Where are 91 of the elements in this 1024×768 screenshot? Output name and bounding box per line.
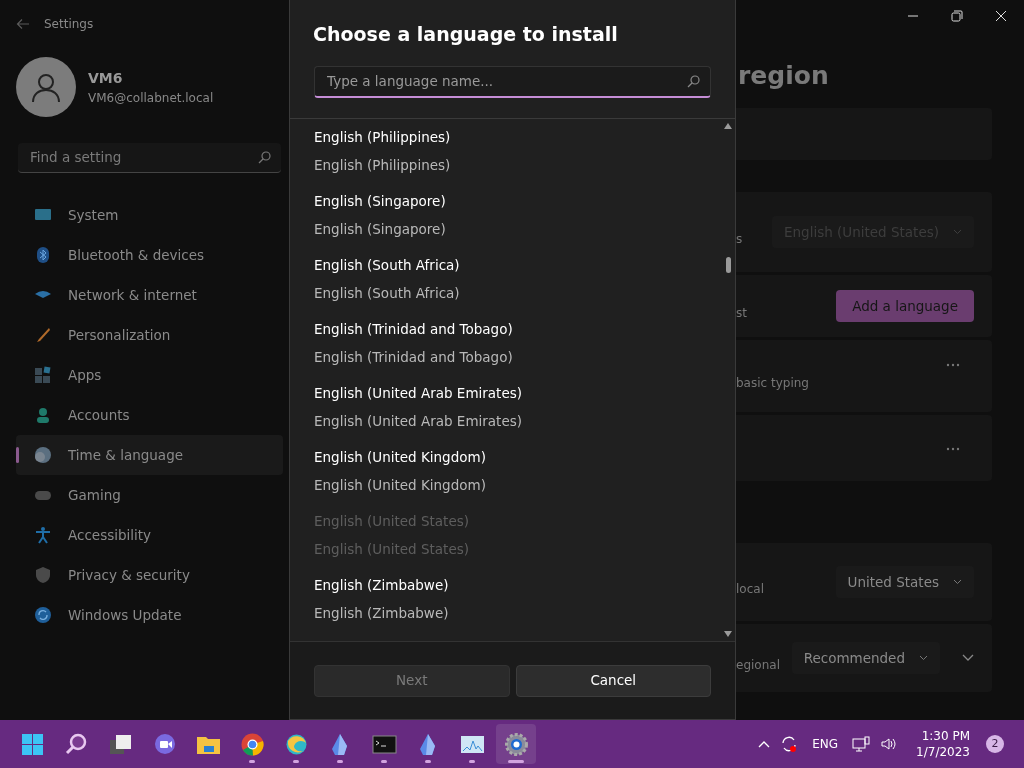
search-box[interactable]: Find a setting [18,143,281,173]
window-title: Settings [44,16,94,33]
nav-label: Personalization [68,325,171,345]
language-search-box[interactable]: Type a language name... [314,66,711,98]
nav-label: Bluetooth & devices [68,245,205,265]
dropdown[interactable]: Recommended [791,641,940,675]
setting-label: local [736,581,764,598]
start-icon[interactable] [19,731,45,757]
language-name[interactable]: English (South Africa) [314,255,697,275]
nav-label: Time & language [68,445,183,465]
nav-item[interactable]: Accounts [16,395,283,435]
nav-item[interactable]: Accessibility [16,515,283,555]
scroll-down-icon[interactable] [724,631,732,637]
nav-item[interactable]: Apps [16,355,283,395]
dialog-button[interactable]: Cancel [515,664,711,697]
notification-count[interactable]: 2 [986,735,1004,753]
dropdown-value: United States [847,572,939,592]
language-native-name: English (South Africa) [314,284,461,303]
setting-label: basic typing [736,375,809,392]
dropdown-value: Recommended [803,648,905,668]
setting-label: s [736,231,743,248]
browser-icon[interactable] [239,731,265,757]
language-name[interactable]: English (United Arab Emirates) [314,383,697,403]
nav-label: Accounts [68,405,130,425]
nav-item[interactable]: Time & language [16,435,283,475]
account-email: VM6@collabnet.local [88,89,214,107]
dialog-title: Choose a language to install [312,22,619,47]
sync-icon[interactable] [780,735,799,753]
language-name[interactable]: English (Philippines) [314,127,697,147]
more-icon[interactable] [946,447,960,451]
scrollbar-thumb[interactable] [725,257,731,273]
language-name[interactable]: English (United Kingdom) [314,447,697,467]
nav-item[interactable]: Privacy & security [16,555,283,595]
nav-item[interactable]: Gaming [16,475,283,515]
restore-icon[interactable] [951,10,963,22]
language-native-name: English (Trinidad and Tobago) [314,348,514,367]
nav-item[interactable]: Network & internet [16,275,283,315]
setting-label: egional [736,657,780,674]
chevron-down-icon [953,229,962,235]
language-native-name: English (United Kingdom) [314,476,487,495]
bluetooth-icon [34,246,52,264]
nav-item[interactable]: Bluetooth & devices [16,235,283,275]
apps-icon [34,366,52,384]
expand-chevron-icon[interactable] [962,654,974,662]
setting-label: st [736,305,747,322]
page-title: region [737,61,830,91]
nav-label: System [68,205,119,225]
language-name[interactable]: English (Zimbabwe) [314,575,697,595]
privacy-icon [34,566,52,584]
language-indicator[interactable]: ENG [812,735,839,753]
clock-date[interactable]: 1/7/2023 [916,744,970,760]
language-native-name: English (Singapore) [314,220,447,239]
language-search-field[interactable]: Type a language name... [325,70,687,93]
nav-label: Windows Update [68,605,182,625]
chevron-down-icon [953,579,962,585]
account-name: VM6 [88,68,124,88]
nav-label: Apps [68,365,102,385]
volume-icon[interactable] [880,736,899,752]
search-icon [687,75,700,88]
brush-icon [34,326,52,344]
language-native-name: English (United Arab Emirates) [314,412,524,431]
settings-icon[interactable] [503,731,529,757]
accounts-icon [34,406,52,424]
search-icon [258,151,271,164]
network-icon[interactable] [852,736,871,752]
nav-label: Privacy & security [68,565,190,585]
chevron-up-icon[interactable] [758,740,771,748]
search-field[interactable]: Find a setting [28,146,258,169]
language-name: English (United States) [314,512,470,531]
language-native-name: English (Philippines) [314,156,452,175]
update-icon [34,606,52,624]
nav-item[interactable]: System [16,195,283,235]
time-icon [34,446,52,464]
accessibility-icon [34,526,52,544]
dropdown[interactable]: United States [835,565,974,599]
language-native-name: English (United States) [314,540,470,559]
chevron-down-icon [919,655,928,661]
nav-item[interactable]: Windows Update [16,595,283,635]
nav-label: Network & internet [68,285,197,305]
clock-time[interactable]: 1:30 PM [916,728,970,744]
scroll-up-icon[interactable] [724,123,732,129]
language-name[interactable]: English (Singapore) [314,191,697,211]
language-name[interactable]: English (Trinidad and Tobago) [314,319,697,339]
nav-label: Accessibility [68,525,152,545]
user-avatar [16,57,76,117]
nav-label: Gaming [68,485,121,505]
more-icon[interactable] [946,363,960,367]
nav-item[interactable]: Personalization [16,315,283,355]
language-native-name: English (Zimbabwe) [314,604,450,623]
close-icon[interactable] [995,10,1007,22]
search-icon[interactable] [63,731,89,757]
